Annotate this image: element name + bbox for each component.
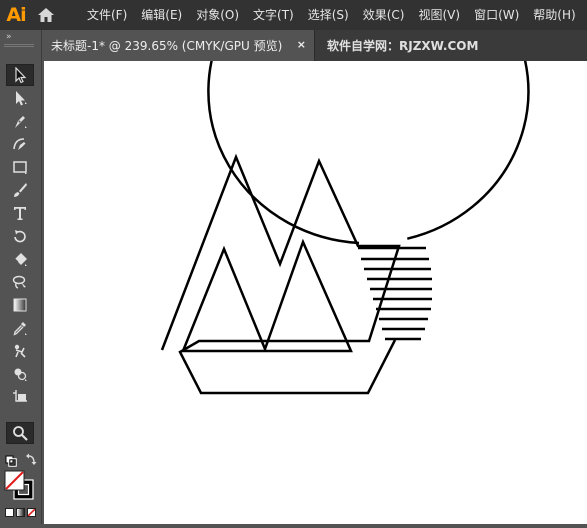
shape-builder-tool[interactable]: [6, 363, 34, 385]
swap-colors-icon[interactable]: [25, 451, 37, 465]
fill-stroke-swatches[interactable]: [4, 470, 36, 502]
puppet-warp-tool[interactable]: [6, 340, 34, 362]
eyedropper-icon: [13, 322, 27, 336]
menu-effect[interactable]: 效果(C): [356, 0, 412, 30]
menu-items: 文件(F) 编辑(E) 对象(O) 文字(T) 选择(S) 效果(C) 视图(V…: [80, 0, 583, 30]
menu-window[interactable]: 窗口(W): [467, 0, 526, 30]
outer-mountain-shape[interactable]: [160, 153, 401, 395]
brush-icon: [14, 183, 27, 197]
color-mode-buttons: [5, 508, 37, 518]
direct-selection-tool[interactable]: [6, 87, 34, 109]
inner-mountain-shape[interactable]: [181, 238, 353, 353]
gradient-icon: [13, 298, 27, 312]
artboard-tool[interactable]: [6, 386, 34, 408]
menu-view[interactable]: 视图(V): [411, 0, 467, 30]
artboard-canvas[interactable]: [44, 0, 587, 524]
selection-arrow-icon: [15, 67, 27, 83]
puppet-icon: [14, 344, 26, 358]
eraser-icon: [14, 253, 27, 266]
rotate-tool[interactable]: [6, 225, 34, 247]
pen-icon: [15, 116, 27, 128]
tab-label: 未标题-1* @ 239.65% (CMYK/GPU 预览): [51, 39, 283, 53]
zoom-icon: [13, 426, 28, 441]
paintbrush-tool[interactable]: [6, 179, 34, 201]
home-icon[interactable]: [32, 0, 60, 30]
artboard-icon: [13, 390, 27, 402]
eyedropper-tool[interactable]: [6, 317, 34, 339]
panel-grip[interactable]: [4, 44, 34, 47]
rectangle-tool[interactable]: [6, 156, 34, 178]
curvature-tool[interactable]: [6, 133, 34, 155]
eraser-tool[interactable]: [6, 248, 34, 270]
lasso-icon: [12, 275, 26, 289]
tab-watermark[interactable]: 软件自学网：RJZXW.COM: [315, 30, 478, 61]
selection-tool[interactable]: [6, 64, 34, 86]
close-icon[interactable]: ×: [297, 38, 306, 51]
type-tool[interactable]: [6, 202, 34, 224]
rectangle-icon: [13, 161, 27, 174]
logo-artwork[interactable]: [44, 0, 587, 524]
shape-builder-icon: [14, 368, 27, 381]
default-colors-icon[interactable]: [5, 452, 19, 467]
app-logo: Ai: [6, 4, 26, 26]
tab-untitled-1[interactable]: 未标题-1* @ 239.65% (CMYK/GPU 预览) ×: [42, 30, 315, 61]
rotate-icon: [14, 230, 26, 243]
menu-type[interactable]: 文字(T): [246, 0, 301, 30]
gradient-tool[interactable]: [6, 294, 34, 316]
pen-tool[interactable]: [6, 110, 34, 132]
menu-file[interactable]: 文件(F): [80, 0, 134, 30]
menu-select[interactable]: 选择(S): [301, 0, 356, 30]
curvature-icon: [13, 138, 26, 150]
direct-selection-icon: [16, 91, 27, 106]
collapse-panel-icon[interactable]: »: [6, 32, 11, 42]
tools-panel: »: [0, 30, 42, 524]
type-icon: [14, 207, 26, 220]
outer-circle-arc[interactable]: [207, 0, 530, 245]
menu-bar: Ai 文件(F) 编辑(E) 对象(O) 文字(T) 选择(S) 效果(C) 视…: [0, 0, 587, 30]
tab-label: 软件自学网：RJZXW.COM: [327, 39, 479, 53]
gradient-mode-icon[interactable]: [16, 508, 25, 517]
lasso-tool[interactable]: [6, 271, 34, 293]
none-mode-icon[interactable]: [27, 508, 36, 517]
menu-edit[interactable]: 编辑(E): [134, 0, 189, 30]
menu-object[interactable]: 对象(O): [189, 0, 246, 30]
document-tabs: 未标题-1* @ 239.65% (CMYK/GPU 预览) × 软件自学网：R…: [42, 30, 587, 61]
color-mode-icon[interactable]: [5, 508, 14, 517]
zoom-tool[interactable]: [6, 422, 34, 444]
menu-help[interactable]: 帮助(H): [526, 0, 582, 30]
